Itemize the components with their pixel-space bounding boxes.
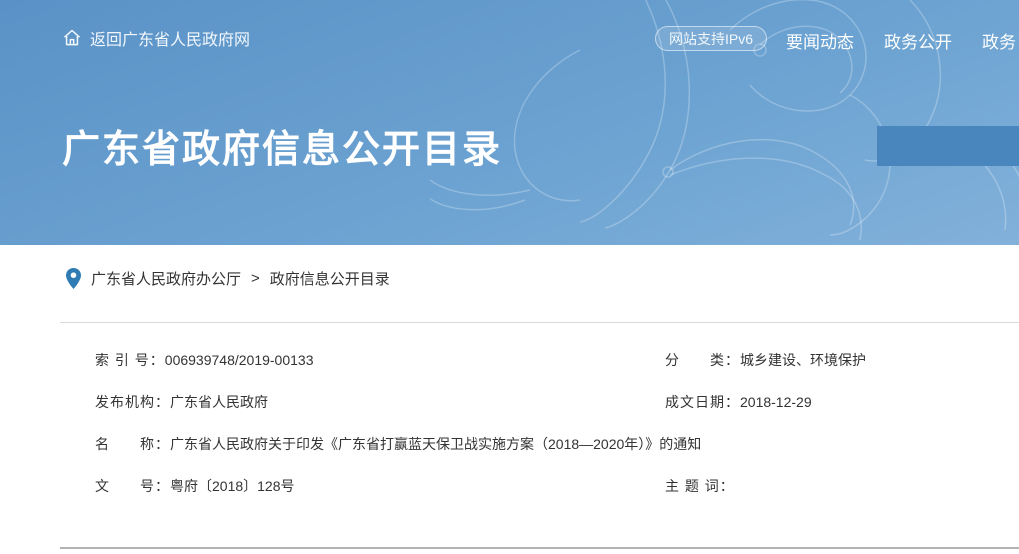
field-label: 文 号：	[95, 478, 170, 494]
field-value: 2018-12-29	[740, 394, 812, 410]
header-right-panel	[877, 126, 1019, 166]
field-label: 主 题 词：	[665, 478, 735, 494]
field-value: 广东省人民政府	[170, 394, 268, 410]
field-label: 分 类：	[665, 352, 740, 368]
field-value: 006939748/2019-00133	[165, 352, 314, 368]
table-row: 发布机构：广东省人民政府 成文日期：2018-12-29	[60, 381, 1019, 423]
ipv6-badge-label: 网站支持IPv6	[669, 29, 753, 49]
home-link-label: 返回广东省人民政府网	[90, 26, 250, 50]
breadcrumb: 广东省人民政府办公厅 > 政府信息公开目录	[66, 268, 390, 289]
table-row: 索 引 号：006939748/2019-00133 分 类：城乡建设、环境保护	[60, 339, 1019, 381]
header-topbar: 返回广东省人民政府网 网站支持IPv6 要闻动态 政务公开 政务	[0, 0, 1019, 60]
table-row: 文 号：粤府〔2018〕128号 主 题 词：	[60, 465, 1019, 507]
nav-item-gov-service[interactable]: 政务	[982, 28, 1016, 53]
nav-item-gov-open[interactable]: 政务公开	[884, 28, 952, 53]
breadcrumb-root[interactable]: 广东省人民政府办公厅	[91, 268, 241, 289]
table-row: 名 称：广东省人民政府关于印发《广东省打赢蓝天保卫战实施方案（2018—2020…	[60, 423, 1019, 465]
page-header: 返回广东省人民政府网 网站支持IPv6 要闻动态 政务公开 政务 广东省政府信息…	[0, 0, 1019, 245]
field-label: 成文日期：	[665, 394, 740, 410]
breadcrumb-separator: >	[251, 270, 260, 287]
field-keywords: 主 题 词：	[665, 476, 1019, 496]
home-link[interactable]: 返回广东省人民政府网	[62, 26, 250, 50]
field-issuer: 发布机构：广东省人民政府	[60, 392, 665, 412]
main-nav: 要闻动态 政务公开 政务	[786, 28, 1016, 53]
field-category: 分 类：城乡建设、环境保护	[665, 350, 1019, 370]
field-value: 粤府〔2018〕128号	[170, 478, 295, 494]
ipv6-support-badge: 网站支持IPv6	[655, 26, 767, 51]
breadcrumb-current[interactable]: 政府信息公开目录	[270, 268, 390, 289]
field-value: 广东省人民政府关于印发《广东省打赢蓝天保卫战实施方案（2018—2020年）》的…	[170, 436, 701, 452]
nav-item-news[interactable]: 要闻动态	[786, 28, 854, 53]
info-table: 索 引 号：006939748/2019-00133 分 类：城乡建设、环境保护…	[60, 322, 1019, 549]
field-label: 名 称：	[95, 436, 170, 452]
page-title: 广东省政府信息公开目录	[62, 118, 502, 173]
field-doc-number: 文 号：粤府〔2018〕128号	[60, 476, 665, 496]
field-label: 发布机构：	[95, 394, 170, 410]
home-icon	[62, 28, 82, 48]
field-index-number: 索 引 号：006939748/2019-00133	[60, 350, 665, 370]
field-issue-date: 成文日期：2018-12-29	[665, 392, 1019, 412]
field-value: 城乡建设、环境保护	[740, 352, 866, 368]
field-label: 索 引 号：	[95, 352, 165, 368]
field-document-title: 名 称：广东省人民政府关于印发《广东省打赢蓝天保卫战实施方案（2018—2020…	[60, 434, 1019, 454]
location-pin-icon	[66, 268, 81, 289]
